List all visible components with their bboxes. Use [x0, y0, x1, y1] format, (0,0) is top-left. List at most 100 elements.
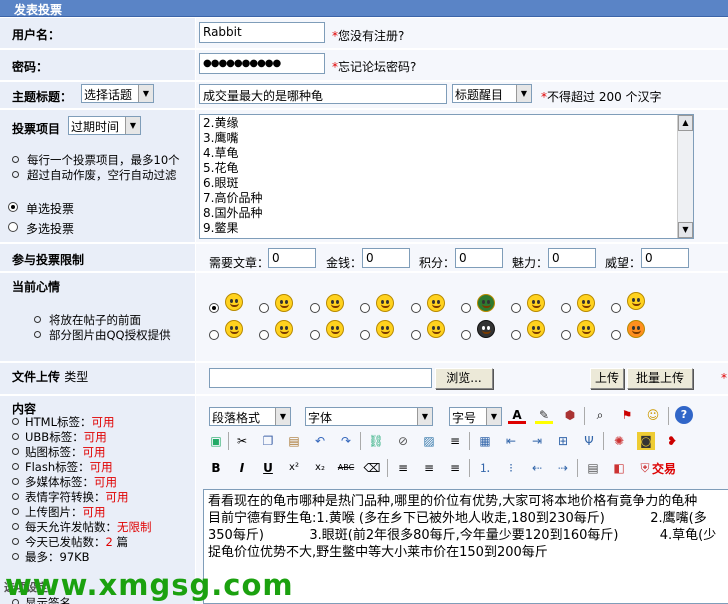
undo-icon[interactable]: ↶	[311, 432, 329, 450]
frown-icon[interactable]	[527, 320, 545, 338]
superscript-icon[interactable]: x²	[285, 459, 303, 477]
limit-prestige-input[interactable]: 0	[641, 248, 689, 268]
help-icon[interactable]: ?	[675, 406, 693, 424]
outdent-icon[interactable]: ⇠	[528, 459, 546, 477]
expire-select[interactable]: 过期时间 ▼	[68, 116, 141, 135]
mood-radio[interactable]	[411, 330, 421, 340]
indent-icon[interactable]: ⇢	[554, 459, 572, 477]
unlink-icon[interactable]: ⊘	[394, 432, 412, 450]
password-input[interactable]: ●●●●●●●●●●	[199, 53, 325, 74]
limit-points-input[interactable]: 0	[455, 248, 503, 268]
mood-radio[interactable]	[209, 330, 219, 340]
multi-vote-radio[interactable]	[8, 222, 18, 232]
surprised-icon[interactable]	[527, 294, 545, 312]
limit-charm-input[interactable]: 0	[548, 248, 596, 268]
upload-button[interactable]: 上传	[590, 368, 624, 389]
love-icon[interactable]	[376, 294, 394, 312]
mood-radio[interactable]	[259, 330, 269, 340]
topic-select[interactable]: 选择话题 ▼	[81, 84, 154, 103]
register-hint[interactable]: *您没有注册?	[332, 27, 404, 44]
limit-articles-input[interactable]: 0	[268, 248, 316, 268]
mood-radio[interactable]	[561, 303, 571, 313]
underline-icon[interactable]: U	[259, 459, 277, 477]
font-select[interactable]: 字体 ▼	[305, 407, 433, 426]
subscript-icon[interactable]: x₂	[311, 459, 329, 477]
align-left-icon[interactable]: ≡	[394, 459, 412, 477]
mood-radio[interactable]	[310, 303, 320, 313]
paragraph-format-select[interactable]: 段落格式 ▼	[209, 407, 291, 426]
happy-icon[interactable]	[326, 294, 344, 312]
align-right-icon[interactable]: ≡	[446, 459, 464, 477]
bold-icon[interactable]: B	[207, 459, 225, 477]
font-size-select[interactable]: 字号 ▼	[449, 407, 502, 426]
mood-radio[interactable]	[259, 303, 269, 313]
image-icon[interactable]: ▨	[420, 432, 438, 450]
cry-icon[interactable]	[326, 320, 344, 338]
document-icon[interactable]: ◧	[610, 459, 628, 477]
mood-radio[interactable]	[611, 330, 621, 340]
textarea-scrollbar[interactable]: ▲ ▼	[677, 115, 693, 238]
bird-icon[interactable]	[477, 320, 495, 338]
window-icon[interactable]: ▣	[207, 432, 225, 450]
comment-icon[interactable]: ❥	[663, 432, 681, 450]
rule-icon[interactable]: ≡	[446, 432, 464, 450]
copy-icon[interactable]: ❐	[259, 432, 277, 450]
insert-row-icon[interactable]: ⇤	[502, 432, 520, 450]
cool-icon[interactable]	[225, 320, 243, 338]
vote-items-textarea[interactable]: 2.黄缘 3.鹰嘴 4.草龟 5.花龟 6.眼斑 7.高价品种 8.国外品种 9…	[199, 114, 694, 239]
upload-file-input[interactable]	[209, 368, 432, 388]
mood-radio[interactable]	[461, 303, 471, 313]
bullet-list-icon[interactable]: ⁝	[502, 459, 520, 477]
page-icon[interactable]: ▤	[584, 459, 602, 477]
username-input[interactable]: Rabbit	[199, 22, 325, 43]
merge-icon[interactable]: ⊞	[554, 432, 572, 450]
cut-icon[interactable]: ✂	[233, 432, 251, 450]
emoticon-icon[interactable]: ☺	[644, 406, 662, 424]
smile-icon[interactable]	[225, 293, 243, 311]
flash-icon[interactable]: ✺	[610, 432, 628, 450]
tongue-icon[interactable]	[427, 294, 445, 312]
flag-icon[interactable]: ⚑	[618, 406, 636, 424]
trade-button[interactable]: 交易	[652, 460, 676, 477]
link-icon[interactable]: ⛓	[367, 432, 385, 450]
batch-upload-button[interactable]: 批量上传	[627, 368, 693, 389]
laugh-icon[interactable]	[376, 320, 394, 338]
angry-icon[interactable]	[627, 320, 645, 338]
media-icon[interactable]: ◙	[637, 432, 655, 450]
text-color-icon[interactable]: A	[508, 406, 526, 424]
object-icon[interactable]: ⬢	[561, 406, 579, 424]
find-icon[interactable]: ⌕	[591, 406, 609, 424]
mood-radio[interactable]	[461, 330, 471, 340]
paste-icon[interactable]: ▤	[285, 432, 303, 450]
mood-radio[interactable]	[209, 303, 219, 313]
highlight-icon[interactable]: ✎	[535, 406, 553, 424]
turtle-icon[interactable]	[477, 294, 495, 312]
insert-col-icon[interactable]: ⇥	[528, 432, 546, 450]
redo-icon[interactable]: ↷	[337, 432, 355, 450]
limit-money-input[interactable]: 0	[362, 248, 410, 268]
mood-radio[interactable]	[310, 330, 320, 340]
shy-icon[interactable]	[627, 292, 645, 310]
mood-radio[interactable]	[511, 303, 521, 313]
hammer-icon[interactable]	[577, 320, 595, 338]
eraser-icon[interactable]: ⌫	[363, 459, 381, 477]
wink-icon[interactable]	[427, 320, 445, 338]
strikethrough-icon[interactable]: ABC	[337, 459, 355, 477]
browse-button[interactable]: 浏览...	[435, 368, 493, 389]
annoyed-icon[interactable]	[275, 320, 293, 338]
italic-icon[interactable]: I	[233, 459, 251, 477]
mood-radio[interactable]	[511, 330, 521, 340]
split-icon[interactable]: Ψ	[580, 432, 598, 450]
sleepy-icon[interactable]	[577, 294, 595, 312]
title-style-select[interactable]: 标题醒目 ▼	[452, 84, 532, 103]
mood-radio[interactable]	[561, 330, 571, 340]
grin-icon[interactable]	[275, 294, 293, 312]
single-vote-radio[interactable]	[8, 202, 18, 212]
mood-radio[interactable]	[411, 303, 421, 313]
mood-radio[interactable]	[360, 303, 370, 313]
forgot-password-hint[interactable]: *忘记论坛密码?	[332, 58, 416, 75]
mood-radio[interactable]	[360, 330, 370, 340]
align-center-icon[interactable]: ≡	[420, 459, 438, 477]
table-icon[interactable]: ▦	[476, 432, 494, 450]
subject-input[interactable]: 成交量最大的是哪种龟	[199, 84, 447, 104]
